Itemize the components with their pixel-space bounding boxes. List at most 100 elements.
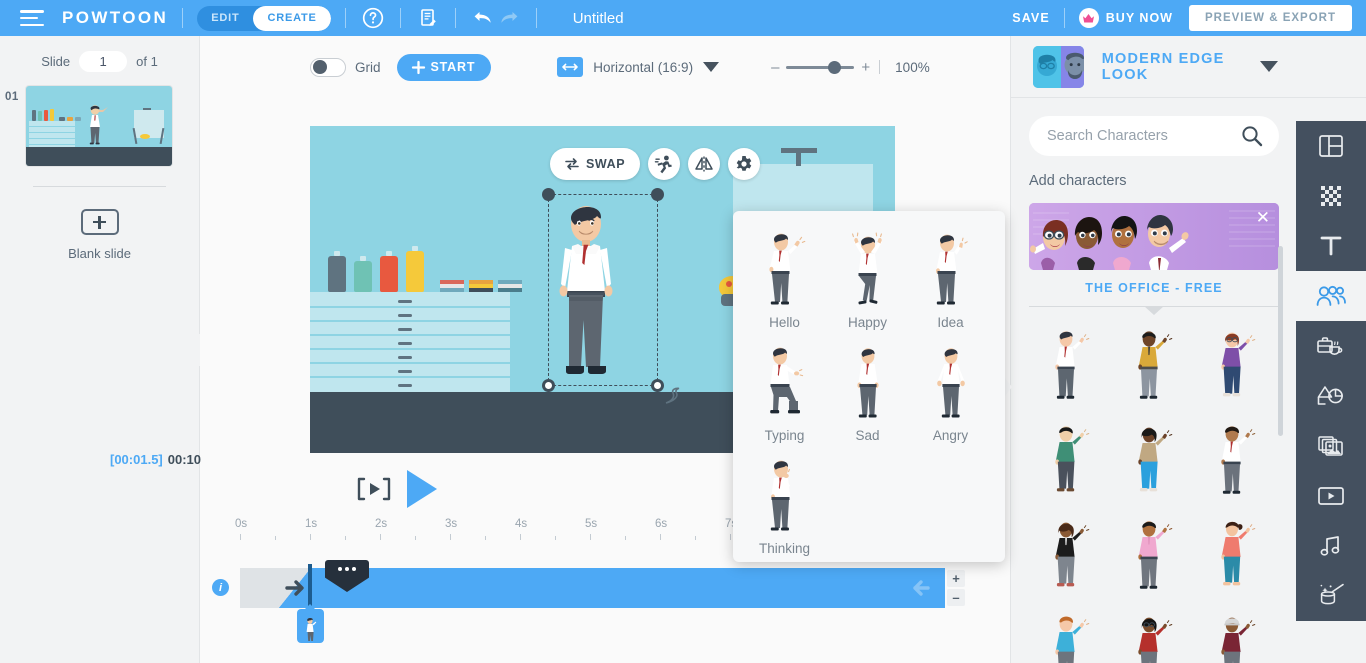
character-item[interactable] [1195,507,1278,602]
hamburger-icon[interactable] [20,10,44,26]
crown-icon [1078,8,1099,28]
swap-label: SWAP [586,157,626,171]
timeline-info-badge[interactable]: i [212,579,229,596]
flip-button[interactable] [688,148,721,180]
tick-label: 2s [375,518,388,530]
video-icon [1318,487,1344,505]
buy-now-button[interactable]: BUY NOW [1078,8,1173,28]
slide-number-input[interactable]: 1 [79,51,128,72]
character-item[interactable] [1029,317,1112,412]
characters-icon [1316,285,1346,306]
layout-icon [1319,135,1343,157]
timeline-zoom-controls: + – [947,570,965,606]
tick-label: 4s [515,518,528,530]
script-notes-icon[interactable] [415,5,441,31]
pose-option-happy[interactable]: Happy [826,225,909,330]
resize-handle-top-right[interactable] [651,188,664,201]
add-blank-slide-button[interactable] [80,209,119,235]
pose-art-hand-on-chin [743,451,826,533]
character-item[interactable] [1112,317,1195,412]
track-duration-bar[interactable] [311,568,945,608]
undo-arrow-icon[interactable] [470,5,496,31]
redo-arrow-icon[interactable] [496,5,522,31]
zoom-in-button[interactable]: + [861,59,870,76]
rail-item-video[interactable] [1296,471,1366,521]
timeline-zoom-in-button[interactable]: + [947,570,965,587]
library-scrollbar[interactable] [1278,246,1283,436]
chevron-down-icon[interactable] [703,62,720,72]
resize-handle-top-left[interactable] [542,188,555,201]
rail-item-characters[interactable] [1296,271,1366,321]
powtoon-editor: POWTOON EDIT CREATE Untitled SAVE BUY NO… [0,0,1366,663]
pose-label: Sad [855,428,880,443]
rail-item-music[interactable] [1296,521,1366,571]
swap-button[interactable]: SWAP [550,148,641,180]
character-item[interactable] [1112,507,1195,602]
pose-option-angry[interactable]: Angry [909,338,992,443]
resize-handle-bottom-right[interactable] [651,379,664,392]
aspect-ratio-selector[interactable]: Horizontal (16:9) [557,57,720,77]
close-x-icon[interactable]: ✕ [1256,208,1270,228]
divider [399,8,401,28]
zoom-slider-knob[interactable] [828,60,842,74]
rail-item-text[interactable] [1296,221,1366,271]
preview-export-button[interactable]: PREVIEW & EXPORT [1188,5,1352,31]
character-item[interactable] [1112,412,1195,507]
preview-slide-button[interactable] [355,476,393,502]
pose-option-typing[interactable]: Typing [743,338,826,443]
play-button[interactable] [407,470,437,508]
rail-item-effects[interactable] [1296,571,1366,621]
pose-option-hello[interactable]: Hello [743,225,826,330]
character-item[interactable] [1195,602,1278,663]
search-icon[interactable] [1241,125,1263,152]
search-characters-box[interactable] [1029,116,1279,156]
document-title[interactable]: Untitled [573,10,624,27]
rail-item-layouts[interactable] [1296,121,1366,171]
grid-toggle[interactable] [310,57,346,77]
magic-icon [1320,583,1344,605]
character-item[interactable] [1029,412,1112,507]
slide-thumbnail[interactable] [26,86,172,166]
exit-arrow-icon[interactable] [907,579,930,597]
pose-option-idea[interactable]: Idea [909,225,992,330]
tab-edit[interactable]: EDIT [197,6,253,31]
timeline-character-chip[interactable] [297,609,324,643]
zoom-out-button[interactable]: – [771,59,779,76]
resize-handle-bottom-left[interactable] [542,379,555,392]
selection-bounding-box[interactable] [542,188,664,392]
canvas-books [440,280,522,292]
buy-now-label: BUY NOW [1105,11,1173,25]
search-input[interactable] [1047,128,1237,144]
office-promo-banner[interactable]: ✕ [1029,203,1279,270]
start-button[interactable]: START [396,53,492,81]
tab-create[interactable]: CREATE [253,5,331,31]
character-item[interactable] [1195,317,1278,412]
help-circle-icon[interactable] [360,5,386,31]
mode-switch[interactable]: EDIT CREATE [197,5,331,31]
background-icon [1321,186,1341,206]
save-button[interactable]: SAVE [1012,11,1050,25]
plus-icon [411,60,425,74]
character-pose-popup[interactable]: Hello Happy Idea Typing Sad Angry Thinki… [733,211,1005,562]
rail-item-background[interactable] [1296,171,1366,221]
character-item[interactable] [1112,602,1195,663]
pose-option-sad[interactable]: Sad [826,338,909,443]
zoom-control: – + 100% [771,59,930,76]
enter-arrow-icon[interactable] [285,579,308,597]
tick-label: 0s [235,518,248,530]
timeline-time-display: [00:01.5] 00:10 [110,452,201,467]
rail-item-images[interactable] [1296,421,1366,471]
rail-item-props[interactable] [1296,321,1366,371]
pose-option-thinking[interactable]: Thinking [743,451,826,556]
animate-button[interactable] [648,148,681,180]
timeline-zoom-out-button[interactable]: – [947,589,965,606]
settings-button[interactable] [728,148,761,180]
two-characters-avatar [1033,45,1084,88]
character-look-header[interactable]: MODERN EDGE LOOK [1011,36,1366,98]
character-item[interactable] [1195,412,1278,507]
character-item[interactable] [1029,507,1112,602]
chevron-down-icon[interactable] [1260,61,1278,72]
zoom-slider[interactable] [786,60,855,74]
rail-item-shapes[interactable] [1296,371,1366,421]
character-item[interactable] [1029,602,1112,663]
